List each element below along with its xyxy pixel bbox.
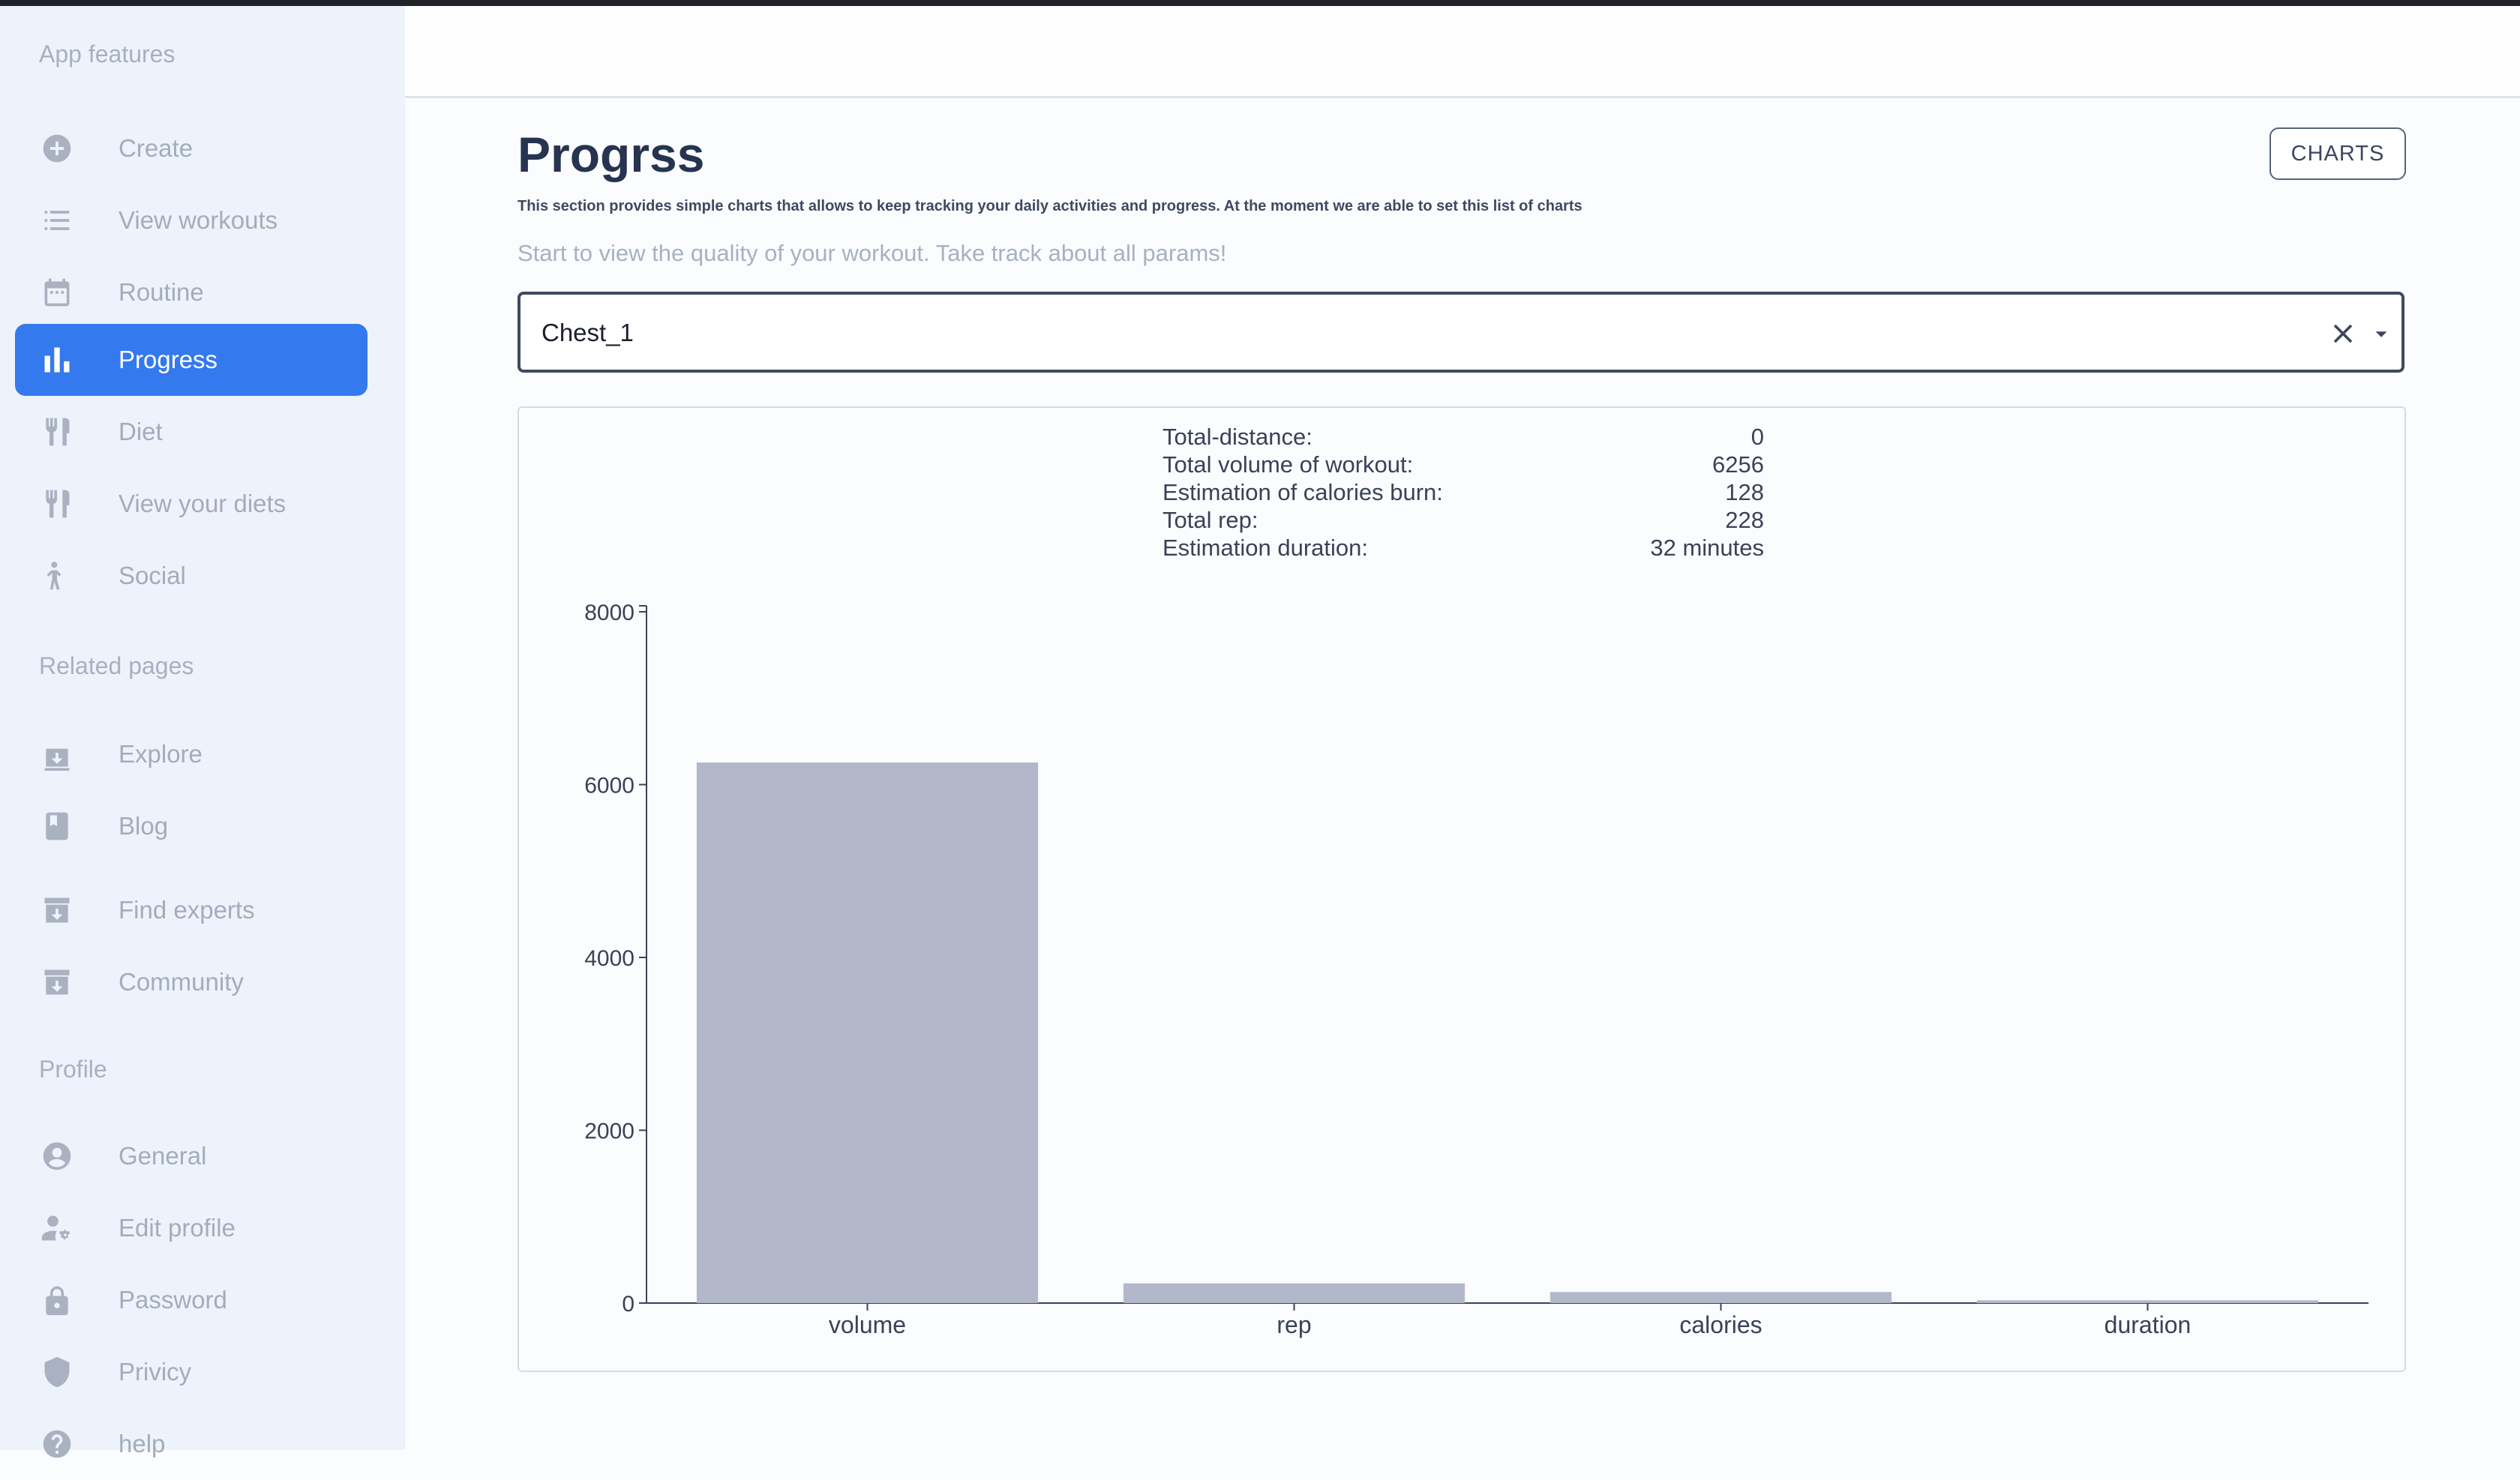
- sidebar-item-view-your-diets[interactable]: View your diets: [15, 468, 368, 540]
- sidebar-item-find-experts[interactable]: Find experts: [15, 874, 368, 946]
- sidebar-item-explore[interactable]: Explore: [15, 718, 368, 790]
- workout-select-input[interactable]: [540, 314, 2268, 352]
- sidebar-item-general[interactable]: General: [15, 1120, 368, 1192]
- section-label-profile: Profile: [39, 1056, 107, 1083]
- charts-button[interactable]: CHARTS: [2270, 127, 2406, 180]
- archive-icon: [40, 966, 74, 999]
- account-circle-icon: [40, 1140, 74, 1173]
- sidebar-item-privicy[interactable]: Privicy: [15, 1336, 368, 1408]
- sidebar-item-label: Social: [118, 562, 186, 589]
- sidebar-item-create[interactable]: Create: [15, 112, 368, 184]
- y-tick-label: 2000: [584, 1119, 634, 1144]
- sidebar-item-password[interactable]: Password: [15, 1264, 368, 1336]
- sidebar-item-label: Community: [118, 968, 244, 996]
- sidebar-item-view-workouts[interactable]: View workouts: [15, 184, 368, 256]
- archive-icon: [40, 738, 74, 771]
- y-tick-label: 6000: [584, 774, 634, 798]
- chevron-down-icon[interactable]: [2370, 323, 2392, 346]
- page-subtitle: Start to view the quality of your workou…: [518, 240, 1227, 266]
- add-circle-icon: [40, 132, 74, 165]
- bar-chart-icon: [40, 343, 74, 376]
- page-description: This section provides simple charts that…: [518, 198, 1582, 214]
- sidebar-item-label: Routine: [118, 278, 204, 306]
- sidebar-item-label: Create: [118, 134, 194, 162]
- sidebar-item-label: Diet: [118, 418, 163, 445]
- sidebar-item-label: Explore: [118, 740, 202, 768]
- x-tick-label: calories: [1679, 1311, 1762, 1338]
- section-label-app-features: App features: [39, 40, 176, 67]
- section-label-related-pages: Related pages: [39, 652, 194, 679]
- sidebar-item-label: General: [118, 1142, 207, 1170]
- archive-icon: [40, 894, 74, 927]
- sidebar-item-blog[interactable]: Blog: [15, 790, 368, 862]
- sidebar-item-social[interactable]: Social: [15, 540, 368, 612]
- sidebar-item-community[interactable]: Community: [15, 946, 368, 1018]
- shield-icon: [40, 1356, 74, 1389]
- x-tick-label: rep: [1276, 1311, 1311, 1338]
- sidebar-item-help[interactable]: help: [15, 1408, 368, 1480]
- sidebar-item-edit-profile[interactable]: Edit profile: [15, 1192, 368, 1264]
- chart-panel: Total-distance: 0 Total volume of workout…: [518, 406, 2406, 1372]
- sidebar-item-progress[interactable]: Progress: [15, 324, 368, 396]
- list-icon: [40, 204, 74, 237]
- bar-volume: [696, 762, 1039, 1303]
- bar-rep: [1123, 1283, 1466, 1303]
- y-tick-label: 8000: [584, 601, 634, 625]
- bar-chart: 0 2000 4000 6000 8000 volume rep calories durati…: [584, 601, 2368, 1338]
- sidebar-item-label: help: [118, 1430, 166, 1458]
- sidebar-item-label: Blog: [118, 812, 169, 840]
- sidebar-item-label: View workouts: [118, 206, 278, 234]
- sidebar-item-label: Privicy: [118, 1358, 192, 1386]
- sidebar-item-label: Password: [118, 1286, 227, 1314]
- utensils-icon: [40, 487, 74, 520]
- page-title: Progrss: [518, 127, 705, 182]
- sidebar-item-label: Progress: [118, 346, 218, 373]
- book-icon: [40, 810, 74, 843]
- lock-icon: [40, 1284, 74, 1317]
- top-app-bar: [405, 6, 2520, 98]
- sidebar-item-routine[interactable]: Routine: [15, 256, 368, 328]
- workout-select[interactable]: [518, 292, 2404, 373]
- utensils-icon: [40, 415, 74, 448]
- sidebar-item-diet[interactable]: Diet: [15, 396, 368, 468]
- person-icon: [40, 559, 74, 592]
- clear-icon[interactable]: [2326, 317, 2360, 350]
- sidebar: App features Create View workouts Routin…: [0, 6, 405, 1458]
- sidebar-item-label: View your diets: [118, 490, 286, 517]
- y-tick-label: 4000: [584, 946, 634, 971]
- y-tick-label: 0: [622, 1292, 634, 1317]
- bar-calories: [1550, 1292, 1892, 1303]
- x-tick-label: volume: [829, 1311, 906, 1338]
- help-icon: [40, 1428, 74, 1461]
- sidebar-item-label: Find experts: [118, 896, 255, 924]
- bar-duration: [1976, 1300, 2319, 1303]
- x-tick-label: duration: [2104, 1311, 2192, 1338]
- user-settings-icon: [40, 1212, 74, 1245]
- sidebar-item-label: Edit profile: [118, 1214, 236, 1242]
- window-top-border: [0, 0, 2520, 6]
- calendar-icon: [40, 276, 74, 309]
